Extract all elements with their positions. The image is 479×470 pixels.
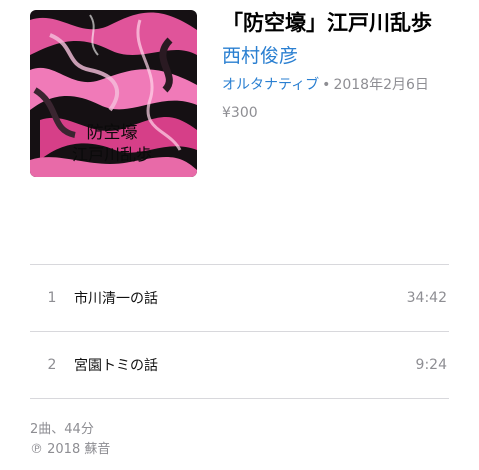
track-row[interactable]: 1 市川清一の話 34:42 <box>30 265 449 331</box>
track-duration: 34:42 <box>406 290 447 306</box>
track-duration: 9:24 <box>415 357 447 373</box>
track-list: 1 市川清一の話 34:42 2 宮園トミの話 9:24 <box>30 264 449 399</box>
album-price[interactable]: ¥300 <box>222 102 472 124</box>
track-number: 1 <box>47 290 57 306</box>
genre-link[interactable]: オルタナティブ <box>222 77 319 93</box>
artwork-text-author: 江戸川乱歩 <box>72 145 152 164</box>
album-meta: オルタナティブ • 2018年2月6日 <box>222 74 472 96</box>
track-row[interactable]: 2 宮園トミの話 9:24 <box>30 332 449 398</box>
album-title: 「防空壕」江戸川乱歩 <box>222 11 432 35</box>
track-title: 宮園トミの話 <box>74 358 158 374</box>
artist-link[interactable]: 西村俊彦 <box>222 42 472 70</box>
track-title: 市川清一の話 <box>74 291 158 307</box>
meta-separator: • <box>322 77 331 93</box>
divider <box>30 398 449 399</box>
artwork-image: 防空壕 江戸川乱歩 <box>30 10 197 177</box>
artwork-text-title: 防空壕 <box>87 123 138 143</box>
track-number: 2 <box>47 357 57 373</box>
album-footer: 2曲、44分 ℗ 2018 蘇音 <box>30 420 110 460</box>
copyright-text: ℗ 2018 蘇音 <box>30 442 111 457</box>
album-artwork[interactable]: 防空壕 江戸川乱歩 <box>30 10 197 177</box>
album-info: 「防空壕」江戸川乱歩 西村俊彦 オルタナティブ • 2018年2月6日 ¥300 <box>222 8 472 124</box>
release-date: 2018年2月6日 <box>333 77 429 93</box>
track-summary: 2曲、44分 <box>30 422 94 437</box>
